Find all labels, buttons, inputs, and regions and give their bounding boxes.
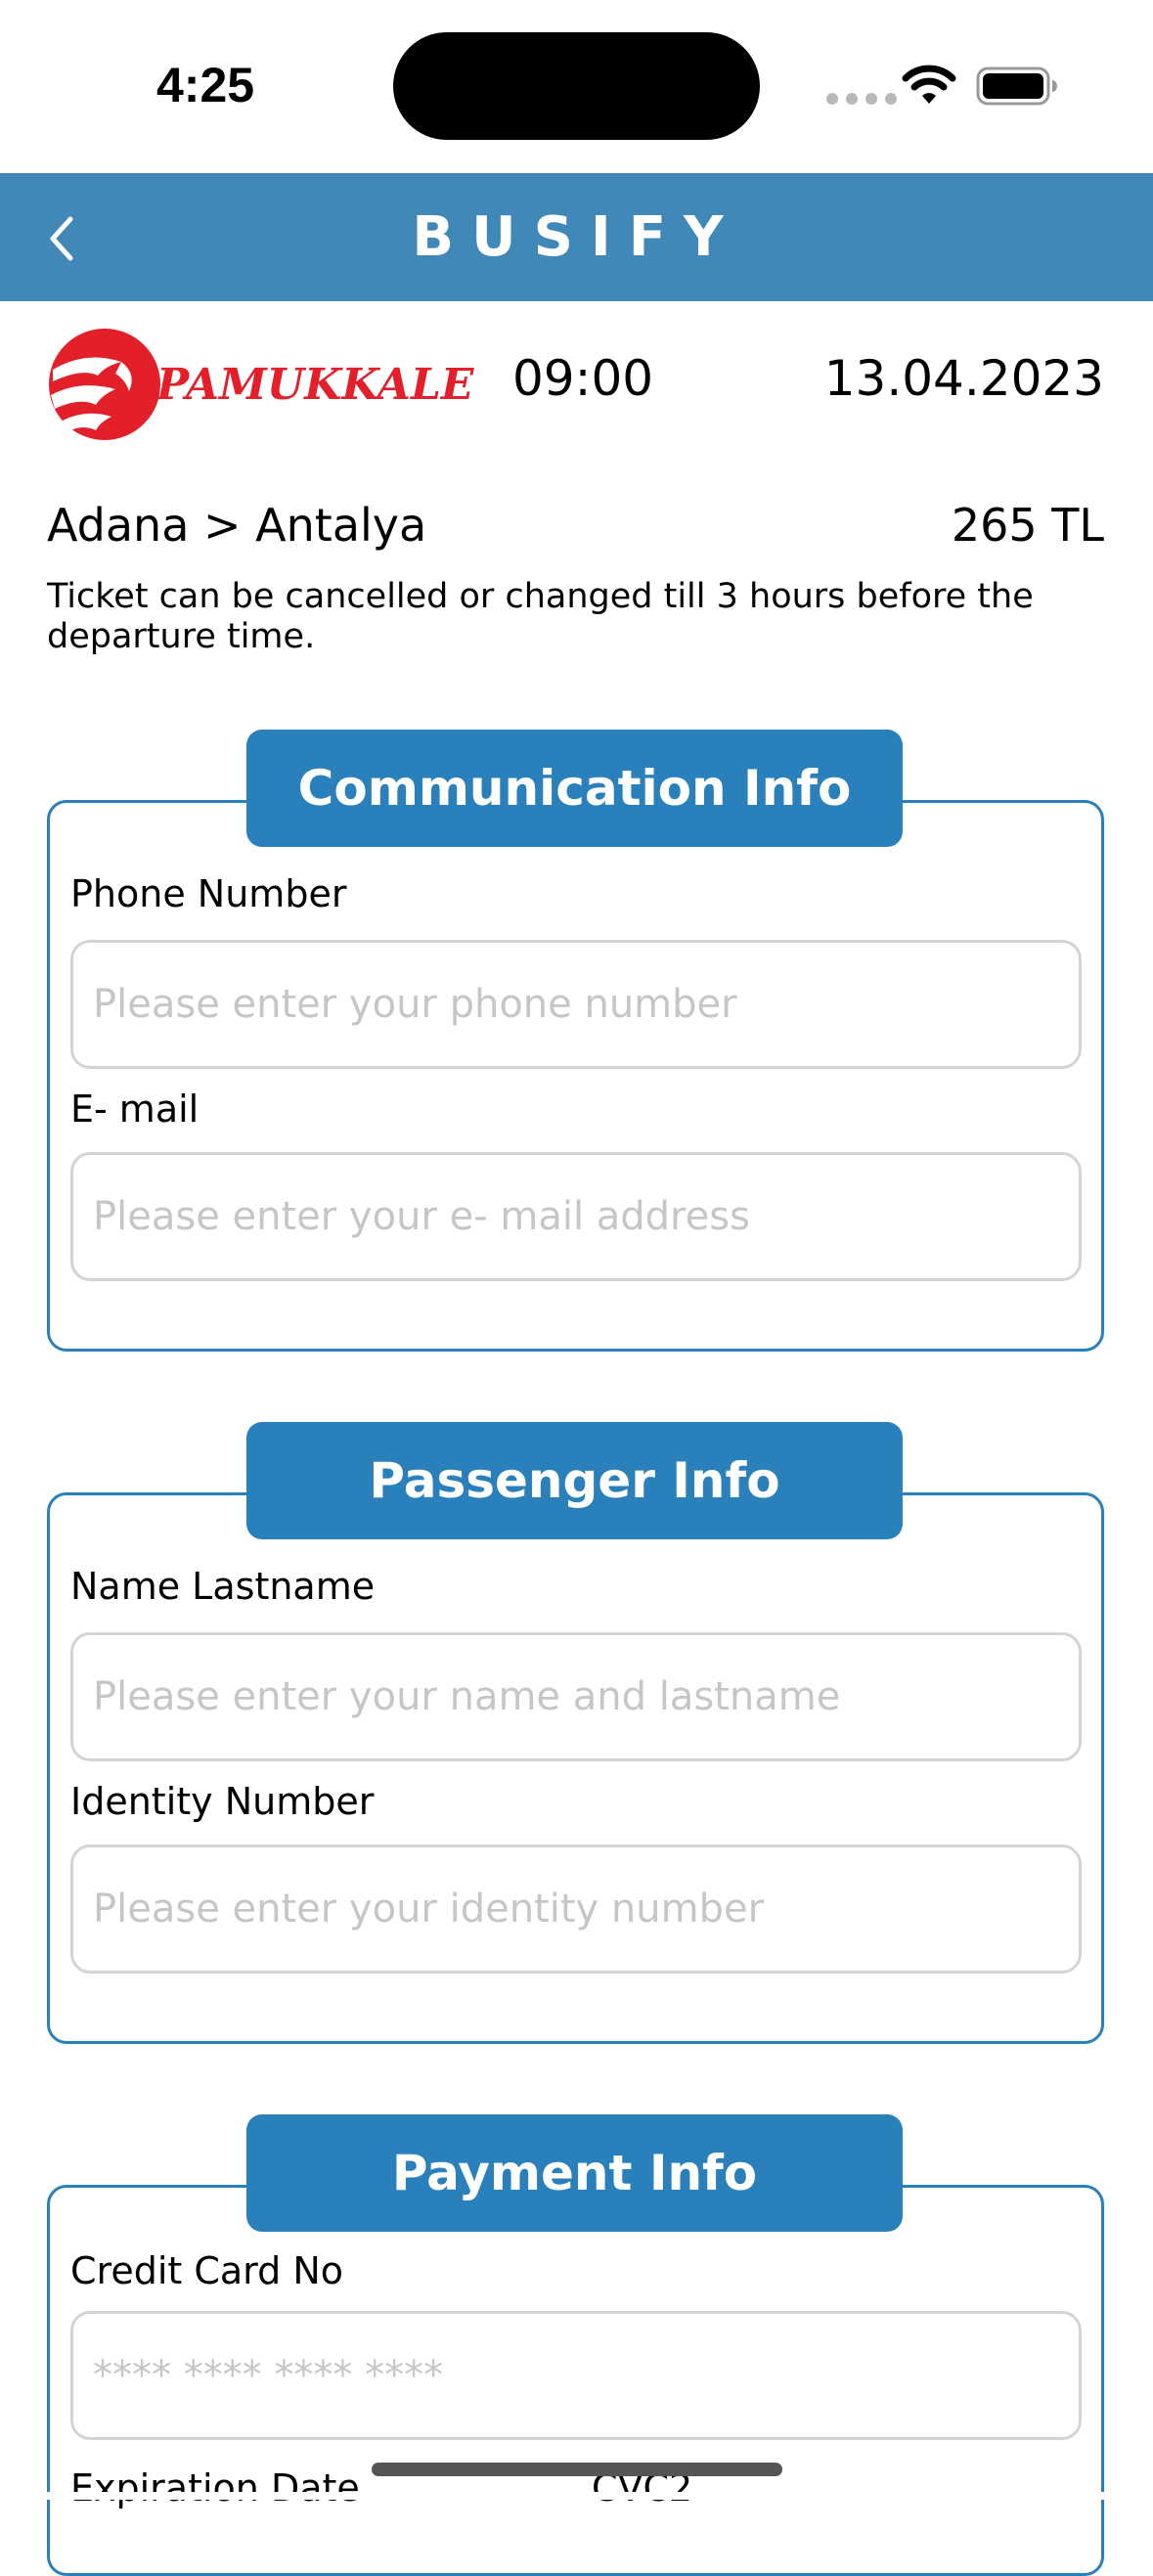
payment-info-header: Payment Info — [246, 2114, 903, 2232]
ticket-price: 265 TL — [951, 499, 1104, 552]
pamukkale-emblem-icon — [49, 329, 160, 440]
phone-label: Phone Number — [70, 872, 347, 915]
passenger-info-header: Passenger Info — [246, 1422, 903, 1539]
departure-time: 09:00 — [512, 350, 654, 407]
identity-label: Identity Number — [70, 1780, 375, 1823]
battery-icon — [976, 67, 1057, 106]
name-input[interactable] — [70, 1632, 1082, 1761]
identity-input[interactable] — [70, 1844, 1082, 1974]
departure-date: 13.04.2023 — [823, 350, 1104, 407]
name-label: Name Lastname — [70, 1565, 376, 1608]
chevron-left-icon[interactable] — [41, 205, 84, 272]
cellular-signal-icon — [826, 93, 897, 105]
wifi-icon — [902, 65, 956, 104]
dynamic-island — [393, 32, 760, 140]
phone-input[interactable] — [70, 940, 1082, 1069]
company-name: PAMUKKALE — [156, 359, 474, 410]
status-time: 4:25 — [156, 58, 255, 112]
email-label: E- mail — [70, 1088, 200, 1131]
email-input[interactable] — [70, 1152, 1082, 1281]
bottom-mask — [0, 2492, 1153, 2500]
cancellation-note: Ticket can be cancelled or changed till … — [47, 577, 1034, 656]
credit-card-label: Credit Card No — [70, 2249, 344, 2292]
route: Adana > Antalya — [47, 499, 427, 552]
home-indicator[interactable] — [372, 2463, 782, 2476]
app-title: BUSIFY — [412, 205, 741, 269]
credit-card-input[interactable] — [70, 2311, 1082, 2440]
company-logo: PAMUKKALE — [47, 323, 473, 446]
expiration-date-label: Expiration Date — [70, 2466, 360, 2509]
communication-info-header: Communication Info — [246, 730, 903, 847]
